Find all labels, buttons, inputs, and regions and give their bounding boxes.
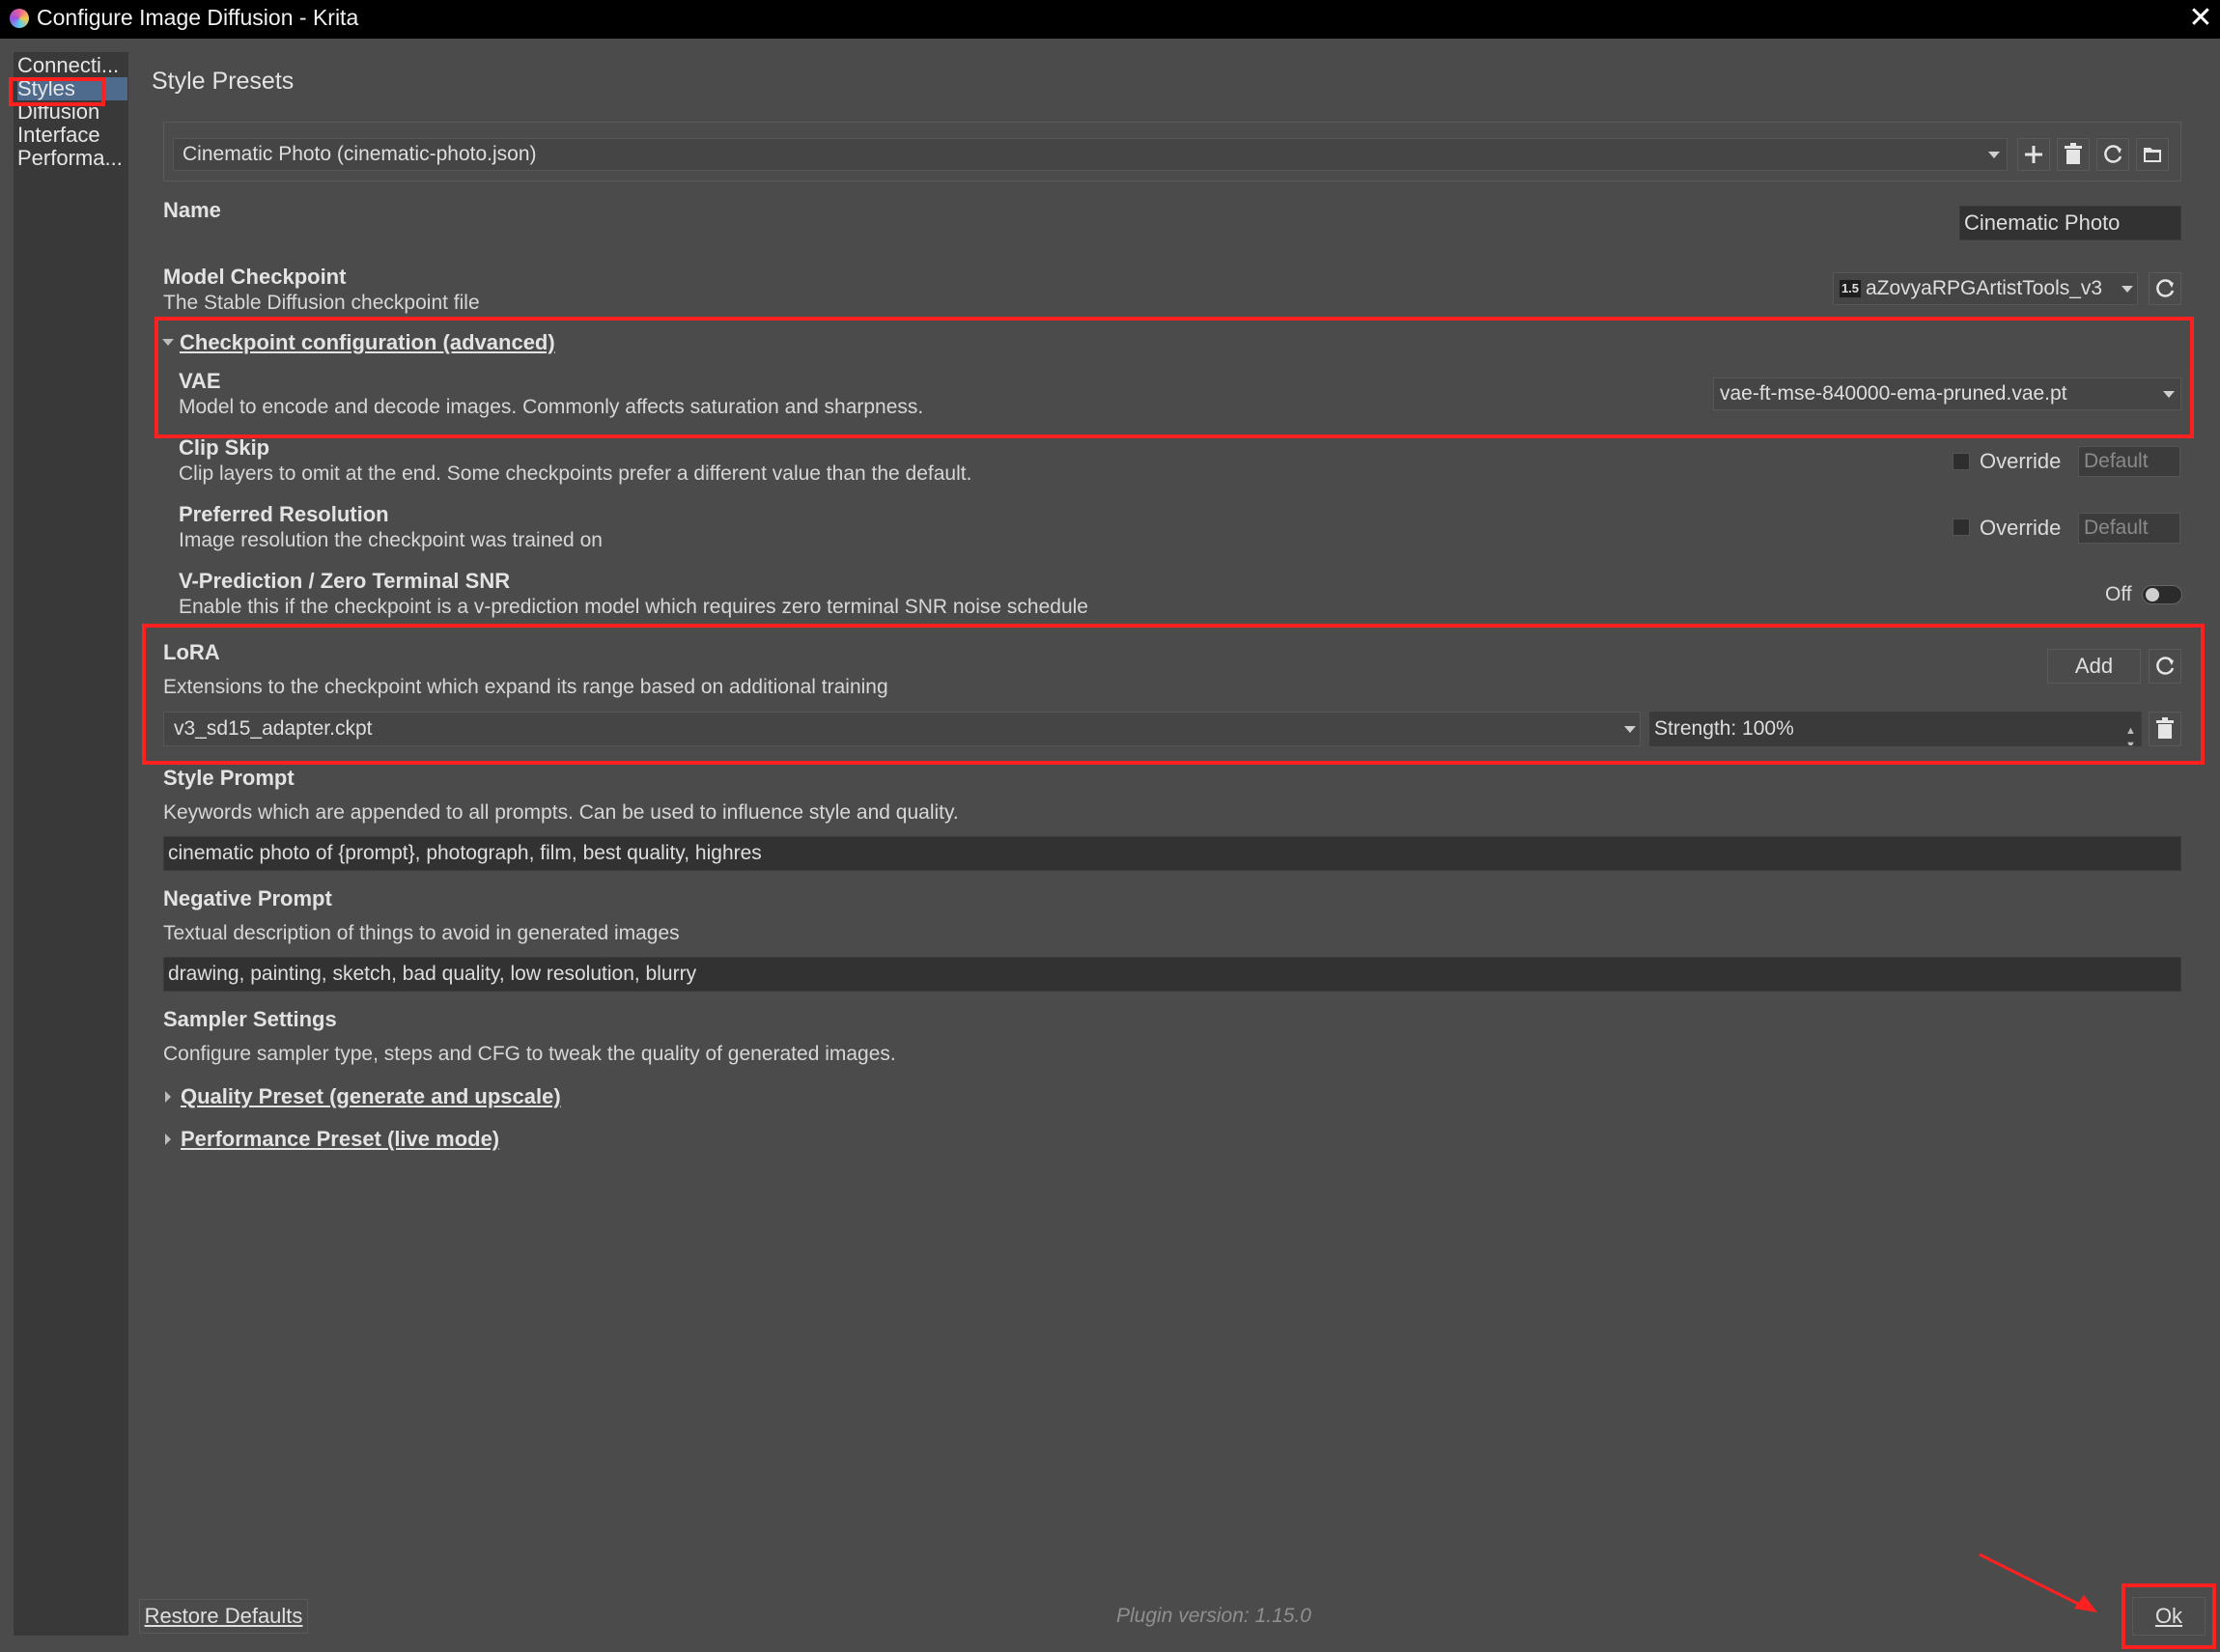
trash-icon [2156,717,2174,739]
checkpoint-value: aZovyaRPGArtistTools_v3 [1866,277,2103,299]
style-prompt-label: Style Prompt [163,766,295,790]
sampler-label: Sampler Settings [163,1007,337,1031]
sidebar-item-performance[interactable]: Performa... [17,147,127,170]
page-title: Style Presets [152,68,295,95]
checkpoint-desc: The Stable Diffusion checkpoint file [163,292,480,314]
resolution-spinbox[interactable]: Default [2078,513,2180,544]
expand-arrow-icon [165,1091,171,1103]
lora-desc: Extensions to the checkpoint which expan… [163,676,888,698]
clip-skip-override-label[interactable]: Override [1980,449,2061,474]
clip-skip-value: Default [2084,450,2149,472]
vpred-label: V-Prediction / Zero Terminal SNR [179,569,511,593]
vae-label: VAE [179,369,221,393]
folder-icon [2144,148,2161,162]
name-input[interactable]: Cinematic Photo [1959,206,2181,240]
quality-preset-toggle[interactable]: Quality Preset (generate and upscale) [181,1084,561,1109]
vpred-toggle[interactable] [2142,585,2182,604]
negative-prompt-input[interactable]: drawing, painting, sketch, bad quality, … [163,957,2181,992]
ok-button[interactable]: Ok [2132,1597,2206,1636]
open-folder-button[interactable] [2136,138,2169,171]
window-title: Configure Image Diffusion - Krita [37,5,359,30]
checkpoint-config-toggle[interactable]: Checkpoint configuration (advanced) [180,330,555,355]
add-preset-button[interactable] [2017,138,2050,171]
preset-select-value: Cinematic Photo (cinematic-photo.json) [183,143,537,165]
sd15-badge: 1.5 [1840,280,1861,297]
clip-skip-label: Clip Skip [179,435,270,460]
clip-skip-override-checkbox[interactable] [1953,453,1970,470]
resolution-label: Preferred Resolution [179,502,389,526]
settings-sidebar: Connecti... Styles Diffusion Interface P… [14,52,128,1636]
refresh-presets-button[interactable] [2096,138,2129,171]
lora-label: LoRA [163,640,220,664]
chevron-down-icon [1624,726,1636,733]
krita-app-icon [10,9,29,28]
plugin-version: Plugin version: 1.15.0 [1116,1605,1311,1627]
resolution-override-label[interactable]: Override [1980,516,2061,541]
lora-file-value: v3_sd15_adapter.ckpt [174,717,373,740]
clip-skip-spinbox[interactable]: Default [2078,446,2180,477]
sampler-desc: Configure sampler type, steps and CFG to… [163,1043,896,1065]
expand-arrow-icon [165,1134,171,1145]
negative-prompt-label: Negative Prompt [163,886,332,910]
sidebar-item-connection[interactable]: Connecti... [17,54,127,77]
vae-desc: Model to encode and decode images. Commo… [179,396,924,418]
delete-preset-button[interactable] [2057,138,2090,171]
spin-down-icon[interactable]: ▼ [2125,729,2136,745]
vae-value: vae-ft-mse-840000-ema-pruned.vae.pt [1720,382,2067,405]
refresh-icon [2104,145,2122,163]
chevron-down-icon [2163,391,2175,398]
style-prompt-input[interactable]: cinematic photo of {prompt}, photograph,… [163,836,2181,871]
performance-preset-toggle[interactable]: Performance Preset (live mode) [181,1127,499,1152]
checkpoint-label: Model Checkpoint [163,265,347,289]
sidebar-item-interface[interactable]: Interface [17,124,127,147]
remove-lora-button[interactable] [2149,712,2181,746]
refresh-checkpoints-button[interactable] [2149,272,2181,305]
plus-icon [2025,146,2042,163]
expand-arrow-icon [162,339,174,346]
restore-defaults-button[interactable]: Restore Defaults [139,1599,308,1634]
clip-skip-desc: Clip layers to omit at the end. Some che… [179,462,972,485]
resolution-override-checkbox[interactable] [1953,518,1970,536]
style-prompt-desc: Keywords which are appended to all promp… [163,801,959,824]
toggle-knob [2146,588,2159,602]
chevron-down-icon [2122,286,2133,293]
annotation-arrow-icon [1979,1553,2097,1612]
lora-strength-spinbox[interactable]: Strength: 100% ▲ ▼ [1649,712,2142,746]
highlight-box-styles [9,77,105,106]
lora-file-select[interactable]: v3_sd15_adapter.ckpt [163,712,1641,746]
resolution-value: Default [2084,517,2149,539]
checkpoint-select[interactable]: 1.5 aZovyaRPGArtistTools_v3 [1833,272,2138,305]
lora-strength-value: Strength: 100% [1654,717,1794,740]
refresh-lora-button[interactable] [2149,649,2181,684]
refresh-icon [2156,657,2175,675]
trash-icon [2065,143,2082,164]
resolution-desc: Image resolution the checkpoint was trai… [179,529,603,551]
preset-select[interactable]: Cinematic Photo (cinematic-photo.json) [173,138,2008,171]
vpred-state-label: Off [2105,583,2132,605]
negative-prompt-desc: Textual description of things to avoid i… [163,922,680,944]
chevron-down-icon [1988,152,2000,158]
vae-select[interactable]: vae-ft-mse-840000-ema-pruned.vae.pt [1713,378,2181,410]
vpred-desc: Enable this if the checkpoint is a v-pre… [179,596,1088,618]
add-lora-button[interactable]: Add [2047,649,2141,684]
name-label: Name [163,198,221,222]
close-icon[interactable]: ✕ [2184,2,2217,35]
refresh-icon [2156,279,2175,297]
